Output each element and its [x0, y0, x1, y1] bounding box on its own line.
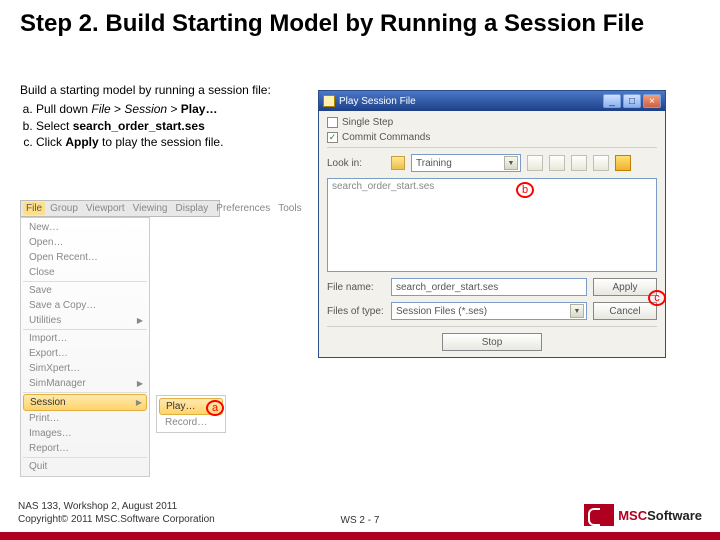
callout-c: c: [648, 290, 666, 306]
mi-utilities[interactable]: Utilities▶: [23, 313, 147, 330]
filename-label: File name:: [327, 282, 385, 293]
filename-field[interactable]: search_order_start.ses: [391, 278, 587, 296]
msc-logo: MSCSoftware: [584, 504, 702, 526]
step-b: Select search_order_start.ses: [36, 118, 315, 135]
file-listbox[interactable]: search_order_start.ses: [327, 178, 657, 272]
new-folder-icon[interactable]: [549, 155, 565, 171]
mi-close[interactable]: Close: [23, 265, 147, 282]
commit-commands-label: Commit Commands: [342, 132, 430, 143]
mi-print[interactable]: Print…: [23, 411, 147, 426]
menu-viewing[interactable]: Viewing: [130, 202, 171, 215]
apply-button[interactable]: Apply: [593, 278, 657, 296]
footer-bar: [0, 532, 720, 540]
mi-report[interactable]: Report…: [23, 441, 147, 458]
mi-open-recent[interactable]: Open Recent…: [23, 250, 147, 265]
mi-save[interactable]: Save: [23, 283, 147, 298]
list-view-icon[interactable]: [571, 155, 587, 171]
mi-open[interactable]: Open…: [23, 235, 147, 250]
dialog-titlebar: Play Session File _ □ ×: [319, 91, 665, 111]
mi-import[interactable]: Import…: [23, 331, 147, 346]
menu-display[interactable]: Display: [173, 202, 212, 215]
logo-mark-icon: [584, 504, 614, 526]
chevron-down-icon[interactable]: ▼: [504, 156, 518, 170]
instructions: Build a starting model by running a sess…: [20, 82, 315, 151]
slide-title: Step 2. Build Starting Model by Running …: [20, 10, 700, 39]
chevron-down-icon[interactable]: ▼: [570, 304, 584, 318]
callout-a: a: [206, 400, 224, 416]
step-a: Pull down File > Session > Play…: [36, 101, 315, 118]
folder-icon: [391, 156, 405, 170]
mi-save-copy[interactable]: Save a Copy…: [23, 298, 147, 313]
menu-group[interactable]: Group: [47, 202, 81, 215]
single-step-label: Single Step: [342, 117, 393, 128]
filetype-field[interactable]: Session Files (*.ses) ▼: [391, 302, 587, 320]
single-step-checkbox[interactable]: [327, 117, 338, 128]
intro-text: Build a starting model by running a sess…: [20, 82, 315, 99]
look-in-label: Look in:: [327, 158, 385, 169]
menu-tools[interactable]: Tools: [275, 202, 304, 215]
file-dropdown: New… Open… Open Recent… Close Save Save …: [20, 217, 150, 477]
app-icon: [323, 95, 335, 107]
filetype-label: Files of type:: [327, 306, 385, 317]
look-in-field[interactable]: Training ▼: [411, 154, 521, 172]
chevron-right-icon: ▶: [136, 398, 142, 407]
mi-export[interactable]: Export…: [23, 346, 147, 361]
file-menu-screenshot: File Group Viewport Viewing Display Pref…: [20, 200, 220, 477]
menu-preferences[interactable]: Preferences: [213, 202, 273, 215]
mi-simxpert[interactable]: SimXpert…: [23, 361, 147, 376]
maximize-button[interactable]: □: [623, 94, 641, 108]
play-session-dialog: Play Session File _ □ × Single Step ✓ Co…: [318, 90, 666, 358]
step-c: Click Apply to play the session file.: [36, 134, 315, 151]
mi-record[interactable]: Record…: [159, 415, 223, 430]
mi-simmanager[interactable]: SimManager▶: [23, 376, 147, 393]
up-folder-icon[interactable]: [527, 155, 543, 171]
menu-file[interactable]: File: [23, 202, 45, 215]
stop-button[interactable]: Stop: [442, 333, 542, 351]
detail-view-icon[interactable]: [593, 155, 609, 171]
dialog-title: Play Session File: [339, 96, 416, 107]
mi-images[interactable]: Images…: [23, 426, 147, 441]
chevron-right-icon: ▶: [137, 316, 143, 325]
menu-viewport[interactable]: Viewport: [83, 202, 128, 215]
chevron-right-icon: ▶: [137, 379, 143, 388]
minimize-button[interactable]: _: [603, 94, 621, 108]
cancel-button[interactable]: Cancel: [593, 302, 657, 320]
mi-session[interactable]: Session▶ Play… Record…: [23, 394, 147, 411]
list-item[interactable]: search_order_start.ses: [332, 181, 652, 192]
callout-b: b: [516, 182, 534, 198]
commit-commands-checkbox[interactable]: ✓: [327, 132, 338, 143]
mi-new[interactable]: New…: [23, 220, 147, 235]
close-button[interactable]: ×: [643, 94, 661, 108]
favorites-icon[interactable]: [615, 155, 631, 171]
menubar: File Group Viewport Viewing Display Pref…: [20, 200, 220, 217]
mi-quit[interactable]: Quit: [23, 459, 147, 474]
